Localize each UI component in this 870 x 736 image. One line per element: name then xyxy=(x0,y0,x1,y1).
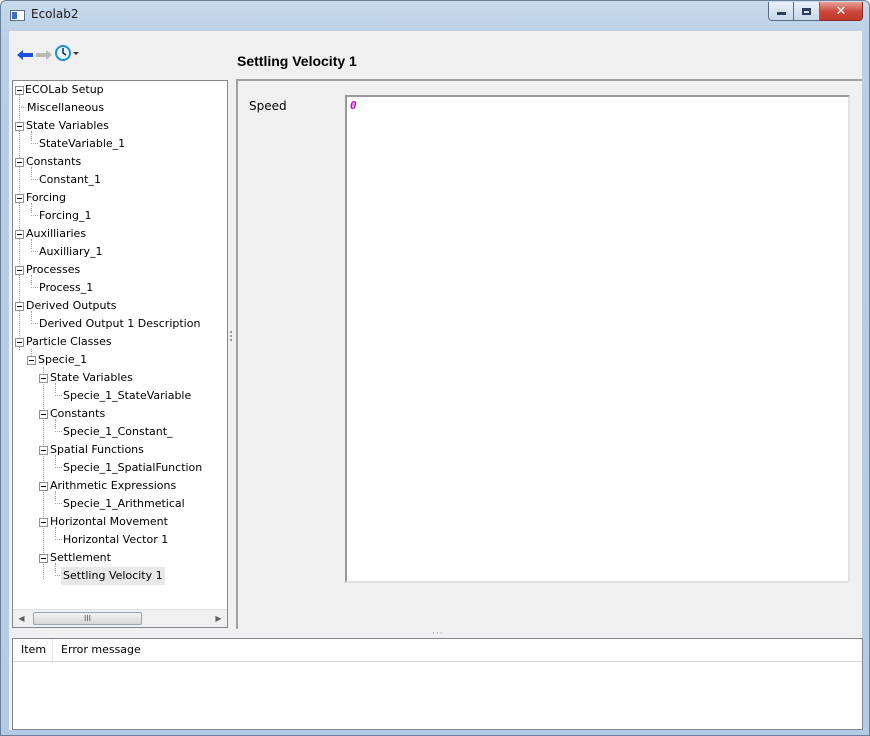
tree-item[interactable]: Miscellaneous xyxy=(27,99,104,117)
caption-buttons: ✕ xyxy=(768,2,863,22)
tree-item[interactable]: Specie_1_Constant_ xyxy=(63,423,173,441)
tree-item[interactable]: Arithmetic Expressions xyxy=(50,477,176,495)
arrow-right-icon xyxy=(36,50,52,60)
back-button[interactable] xyxy=(17,47,33,63)
tree-item[interactable]: Forcing_1 xyxy=(39,207,92,225)
tree-item[interactable]: Constants xyxy=(50,405,105,423)
vertical-splitter[interactable] xyxy=(230,331,233,345)
tree-item[interactable]: Forcing xyxy=(26,189,66,207)
tree-collapse-toggle[interactable] xyxy=(39,554,48,563)
column-header-item[interactable]: Item xyxy=(13,639,54,661)
page-title: Settling Velocity 1 xyxy=(237,53,357,69)
chevron-left-icon: ◀ xyxy=(18,614,25,623)
tree-item-selected[interactable]: Settling Velocity 1 xyxy=(61,567,165,585)
tree-item[interactable]: Processes xyxy=(26,261,80,279)
tree-connector xyxy=(55,395,62,396)
tree-connector xyxy=(31,287,38,288)
tree-connector xyxy=(31,143,38,144)
setup-tree[interactable]: ECOLab Setup Miscellaneous State Variabl… xyxy=(13,81,227,610)
tree-item[interactable]: State Variables xyxy=(26,117,109,135)
tree-item[interactable]: ECOLab Setup xyxy=(25,81,104,99)
detail-panel: Speed 0 xyxy=(236,79,862,629)
tree-item[interactable]: Auxilliary_1 xyxy=(39,243,103,261)
window-title: Ecolab2 xyxy=(31,7,79,21)
title-bar[interactable]: Ecolab2 ✕ xyxy=(1,1,869,31)
column-header-error-message[interactable]: Error message xyxy=(53,639,147,661)
tree-collapse-toggle[interactable] xyxy=(39,518,48,527)
tree-connector xyxy=(19,107,26,108)
speed-label: Speed xyxy=(249,99,287,113)
tree-connector xyxy=(55,467,62,468)
tree-horizontal-scrollbar[interactable]: ◀ III ▶ xyxy=(13,609,227,627)
tree-collapse-toggle[interactable] xyxy=(15,194,24,203)
tree-connector xyxy=(31,179,38,180)
close-icon: ✕ xyxy=(835,3,847,19)
tree-connector xyxy=(19,95,20,350)
tree-collapse-toggle[interactable] xyxy=(39,482,48,491)
tree-collapse-toggle[interactable] xyxy=(39,374,48,383)
tree-item[interactable]: Specie_1_StateVariable xyxy=(63,387,191,405)
tree-collapse-toggle[interactable] xyxy=(15,122,24,131)
tree-collapse-toggle[interactable] xyxy=(15,86,24,95)
tree-collapse-toggle[interactable] xyxy=(15,230,24,239)
tree-collapse-toggle[interactable] xyxy=(15,302,24,311)
app-icon xyxy=(10,10,25,21)
tree-item[interactable]: Spatial Functions xyxy=(50,441,144,459)
scroll-right-button[interactable]: ▶ xyxy=(210,610,227,627)
tree-item[interactable]: Horizontal Movement xyxy=(50,513,168,531)
maximize-icon xyxy=(802,7,811,15)
tree-item[interactable]: Process_1 xyxy=(39,279,93,297)
tree-connector xyxy=(31,251,38,252)
client-area: ECOLab Setup Miscellaneous State Variabl… xyxy=(9,31,863,730)
chevron-right-icon: ▶ xyxy=(215,614,222,623)
tree-item[interactable]: Settlement xyxy=(50,549,111,567)
error-list[interactable]: Item Error message xyxy=(12,638,863,730)
tree-collapse-toggle[interactable] xyxy=(39,446,48,455)
tree-item[interactable]: Particle Classes xyxy=(26,333,112,351)
close-button[interactable]: ✕ xyxy=(820,2,863,21)
error-list-header: Item Error message xyxy=(13,639,862,662)
tree-panel: ECOLab Setup Miscellaneous State Variabl… xyxy=(12,80,228,628)
tree-connector xyxy=(31,323,38,324)
scrollbar-thumb[interactable]: III xyxy=(33,612,142,625)
speed-input[interactable]: 0 xyxy=(345,95,850,583)
tree-item[interactable]: Specie_1 xyxy=(38,351,87,369)
tree-item[interactable]: Horizontal Vector 1 xyxy=(63,531,168,549)
clock-icon xyxy=(55,45,79,61)
tree-collapse-toggle[interactable] xyxy=(27,356,36,365)
tree-item[interactable]: Specie_1_Arithmetical xyxy=(63,495,185,513)
tree-item[interactable]: Derived Output 1 Description xyxy=(39,315,200,333)
tree-item[interactable]: Constant_1 xyxy=(39,171,101,189)
tree-connector xyxy=(55,539,62,540)
tree-item[interactable]: Specie_1_SpatialFunction xyxy=(63,459,202,477)
horizontal-splitter[interactable]: ··· xyxy=(432,630,444,639)
forward-button[interactable] xyxy=(36,47,52,63)
tree-item[interactable]: Constants xyxy=(26,153,81,171)
toolbar xyxy=(9,31,235,75)
minimize-button[interactable] xyxy=(768,2,794,21)
tree-connector xyxy=(43,367,44,579)
tree-item[interactable]: Derived Outputs xyxy=(26,297,117,315)
speed-value: 0 xyxy=(350,99,357,112)
tree-collapse-toggle[interactable] xyxy=(39,410,48,419)
tree-item[interactable]: State Variables xyxy=(50,369,133,387)
history-button[interactable] xyxy=(55,45,79,61)
tree-item[interactable]: Auxilliaries xyxy=(26,225,86,243)
tree-collapse-toggle[interactable] xyxy=(15,266,24,275)
scroll-left-button[interactable]: ◀ xyxy=(13,610,30,627)
tree-connector xyxy=(31,215,38,216)
tree-collapse-toggle[interactable] xyxy=(15,158,24,167)
tree-connector xyxy=(55,431,62,432)
tree-collapse-toggle[interactable] xyxy=(15,338,24,347)
tree-item[interactable]: StateVariable_1 xyxy=(39,135,125,153)
arrow-left-icon xyxy=(17,50,33,60)
minimize-icon xyxy=(776,12,786,15)
application-window: Ecolab2 ✕ ECOLab Setup Miscellaneous Sta… xyxy=(0,0,870,736)
maximize-button[interactable] xyxy=(794,2,820,21)
tree-connector xyxy=(55,503,62,504)
